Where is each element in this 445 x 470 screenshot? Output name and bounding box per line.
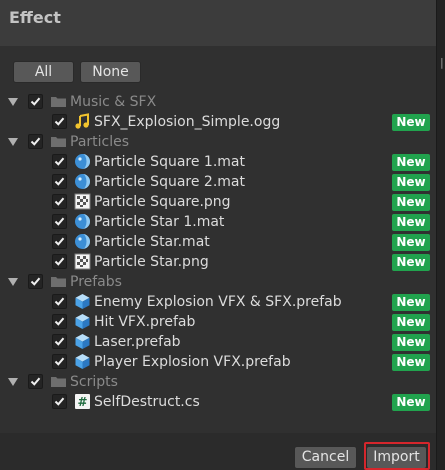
expand-arrow-icon[interactable] xyxy=(8,98,18,106)
new-badge: New xyxy=(392,394,430,411)
expand-arrow-icon[interactable] xyxy=(8,278,18,286)
include-checkbox[interactable] xyxy=(52,354,67,369)
include-checkbox[interactable] xyxy=(52,154,67,169)
import-button-highlight xyxy=(364,442,430,470)
include-checkbox[interactable] xyxy=(52,294,67,309)
new-badge: New xyxy=(392,294,430,311)
folder-icon xyxy=(50,373,67,390)
window-title: Effect xyxy=(9,8,61,27)
prefab-icon xyxy=(74,333,91,350)
new-badge: New xyxy=(392,214,430,231)
folder-row[interactable]: Scripts xyxy=(0,372,436,392)
select-all-button[interactable]: All xyxy=(13,61,74,83)
include-checkbox[interactable] xyxy=(52,174,67,189)
file-row[interactable]: # SelfDestruct.cs New xyxy=(0,392,436,412)
new-badge: New xyxy=(392,354,430,371)
new-badge: New xyxy=(392,334,430,351)
include-checkbox[interactable] xyxy=(52,114,67,129)
texture-icon xyxy=(74,193,91,210)
folder-icon xyxy=(50,93,67,110)
folder-row[interactable]: Music & SFX xyxy=(0,92,436,112)
folder-icon xyxy=(50,273,67,290)
file-label: SFX_Explosion_Simple.ogg xyxy=(94,114,281,130)
file-row[interactable]: Particle Square 2.mat New xyxy=(0,172,436,192)
cancel-button[interactable]: Cancel xyxy=(294,446,357,469)
file-row[interactable]: SFX_Explosion_Simple.ogg New xyxy=(0,112,436,132)
file-label: Particle Star.mat xyxy=(94,234,210,250)
asset-list-panel: All None Music & SFX SFX_Explosion_Simple… xyxy=(0,46,436,433)
expand-arrow-icon[interactable] xyxy=(8,138,18,146)
file-label: Particle Square 2.mat xyxy=(94,174,245,190)
file-label: Particle Star.png xyxy=(94,254,209,270)
file-row[interactable]: Enemy Explosion VFX & SFX.prefab New xyxy=(0,292,436,312)
file-row[interactable]: Particle Square.png New xyxy=(0,192,436,212)
folder-label: Particles xyxy=(70,134,130,150)
material-icon xyxy=(74,233,91,250)
window-title-bar: Effect xyxy=(0,0,436,46)
background-glyph: | xyxy=(440,56,444,69)
include-checkbox[interactable] xyxy=(52,314,67,329)
material-icon xyxy=(74,153,91,170)
file-row[interactable]: Particle Star 1.mat New xyxy=(0,212,436,232)
new-badge: New xyxy=(392,174,430,191)
include-checkbox[interactable] xyxy=(52,194,67,209)
folder-row[interactable]: Prefabs xyxy=(0,272,436,292)
file-row[interactable]: Hit VFX.prefab New xyxy=(0,312,436,332)
include-checkbox[interactable] xyxy=(52,214,67,229)
file-label: Particle Square 1.mat xyxy=(94,154,245,170)
expand-arrow-icon[interactable] xyxy=(8,378,18,386)
new-badge: New xyxy=(392,194,430,211)
new-badge: New xyxy=(392,114,430,131)
file-label: Enemy Explosion VFX & SFX.prefab xyxy=(94,294,342,310)
include-checkbox[interactable] xyxy=(52,254,67,269)
background-window-edge xyxy=(436,0,445,470)
svg-text:#: # xyxy=(77,395,87,409)
include-checkbox[interactable] xyxy=(28,374,43,389)
prefab-icon xyxy=(74,353,91,370)
folder-icon xyxy=(50,133,67,150)
texture-icon xyxy=(74,253,91,270)
new-badge: New xyxy=(392,254,430,271)
file-label: Particle Square.png xyxy=(94,194,231,210)
file-label: Player Explosion VFX.prefab xyxy=(94,354,291,370)
include-checkbox[interactable] xyxy=(28,274,43,289)
include-checkbox[interactable] xyxy=(52,234,67,249)
material-icon xyxy=(74,213,91,230)
file-label: Particle Star 1.mat xyxy=(94,214,225,230)
new-badge: New xyxy=(392,234,430,251)
prefab-icon xyxy=(74,293,91,310)
file-label: Laser.prefab xyxy=(94,334,181,350)
include-checkbox[interactable] xyxy=(28,94,43,109)
file-row[interactable]: Particle Square 1.mat New xyxy=(0,152,436,172)
include-checkbox[interactable] xyxy=(28,134,43,149)
file-row[interactable]: Player Explosion VFX.prefab New xyxy=(0,352,436,372)
include-checkbox[interactable] xyxy=(52,334,67,349)
folder-label: Prefabs xyxy=(70,274,122,290)
csharp-script-icon: # xyxy=(74,393,91,410)
material-icon xyxy=(74,173,91,190)
folder-label: Scripts xyxy=(70,374,118,390)
prefab-icon xyxy=(74,313,91,330)
file-row[interactable]: Particle Star.png New xyxy=(0,252,436,272)
folder-row[interactable]: Particles xyxy=(0,132,436,152)
folder-label: Music & SFX xyxy=(70,94,157,110)
file-row[interactable]: Laser.prefab New xyxy=(0,332,436,352)
new-badge: New xyxy=(392,314,430,331)
file-label: SelfDestruct.cs xyxy=(94,394,200,410)
file-row[interactable]: Particle Star.mat New xyxy=(0,232,436,252)
select-none-button[interactable]: None xyxy=(80,61,141,83)
new-badge: New xyxy=(392,154,430,171)
file-label: Hit VFX.prefab xyxy=(94,314,196,330)
include-checkbox[interactable] xyxy=(52,394,67,409)
audio-icon xyxy=(74,113,91,130)
